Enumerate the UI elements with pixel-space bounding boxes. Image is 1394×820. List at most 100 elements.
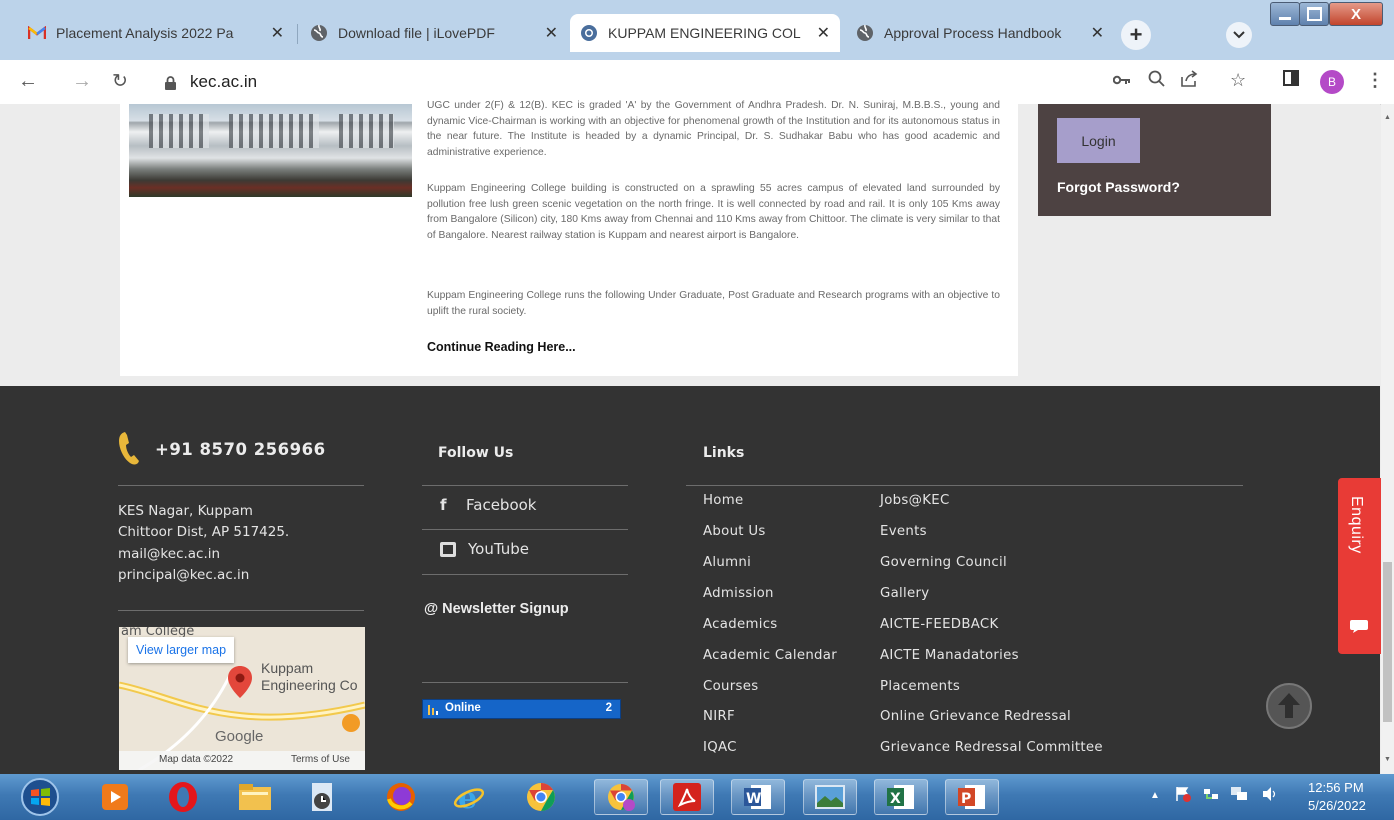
phone-number[interactable]: +91 8570 256966 <box>155 440 326 459</box>
close-tab-icon[interactable]: ✕ <box>545 23 558 43</box>
divider <box>422 529 628 530</box>
footer-link-admission[interactable]: Admission <box>703 586 774 601</box>
clock-date[interactable]: 5/26/2022 <box>1308 798 1366 813</box>
forgot-password-link[interactable]: Forgot Password? <box>1057 179 1180 195</box>
profile-avatar[interactable]: B <box>1320 70 1344 94</box>
scroll-up-arrow-icon[interactable]: ▲ <box>1384 114 1391 121</box>
photo-viewer-icon[interactable] <box>803 779 857 815</box>
continue-reading-link[interactable]: Continue Reading Here... <box>427 340 576 354</box>
tab-kuppam-engineering[interactable]: KUPPAM ENGINEERING COL ✕ <box>570 14 840 52</box>
more-options-icon[interactable]: ⋮ <box>1366 70 1384 91</box>
tab-search-chevron-icon[interactable] <box>1226 22 1252 48</box>
tab-title: Approval Process Handbook <box>884 25 1062 41</box>
tab-approval-handbook[interactable]: Approval Process Handbook ✕ <box>846 14 1114 52</box>
minimize-window-button[interactable] <box>1270 2 1300 26</box>
footer-link-about[interactable]: About Us <box>703 524 766 539</box>
network-icon[interactable] <box>1230 786 1248 805</box>
lock-icon[interactable] <box>165 76 176 95</box>
chat-bubble-icon <box>1349 618 1369 634</box>
login-panel: Login Forgot Password? <box>1038 104 1271 216</box>
divider <box>118 485 364 486</box>
about-paragraph: UGC under 2(F) & 12(B). KEC is graded 'A… <box>427 100 1000 158</box>
email-link[interactable]: mail@kec.ac.in <box>118 546 220 562</box>
footer-link-alumni[interactable]: Alumni <box>703 555 751 570</box>
tab-title: Placement Analysis 2022 Pa <box>56 25 234 41</box>
footer-link-iqac[interactable]: IQAC <box>703 740 737 755</box>
chrome-icon[interactable] <box>518 779 564 815</box>
back-arrow-icon[interactable]: ← <box>18 70 38 93</box>
forward-arrow-icon[interactable]: → <box>72 70 92 93</box>
clock-time[interactable]: 12:56 PM <box>1308 780 1364 795</box>
footer-link-courses[interactable]: Courses <box>703 679 758 694</box>
file-explorer-icon[interactable] <box>232 779 278 815</box>
footer-link-home[interactable]: Home <box>703 493 743 508</box>
side-panel-icon[interactable] <box>1283 70 1299 91</box>
bookmark-star-icon[interactable]: ☆ <box>1230 70 1246 91</box>
internet-explorer-icon[interactable]: e <box>446 779 492 815</box>
reload-icon[interactable]: ↻ <box>112 70 128 93</box>
page-scrollbar[interactable]: ▲ ▼ <box>1381 104 1394 774</box>
zoom-icon[interactable] <box>1148 70 1165 92</box>
youtube-link[interactable]: YouTube <box>440 540 529 558</box>
online-bars-icon <box>428 702 438 715</box>
footer-link-governing-council[interactable]: Governing Council <box>880 555 1007 570</box>
key-icon[interactable] <box>1112 70 1131 91</box>
footer-link-jobs[interactable]: Jobs@KEC <box>880 493 950 508</box>
tab-placement-analysis[interactable]: Placement Analysis 2022 Pa ✕ <box>18 14 294 52</box>
footer-link-grievance-committee[interactable]: Grievance Redressal Committee <box>880 740 1103 755</box>
network-devices-icon[interactable] <box>1203 786 1219 805</box>
footer-link-gallery[interactable]: Gallery <box>880 586 929 601</box>
media-app-icon[interactable] <box>92 779 138 815</box>
close-tab-icon[interactable]: ✕ <box>1091 23 1104 43</box>
new-tab-button[interactable]: + <box>1121 20 1151 50</box>
footer-link-aicte-mandatories[interactable]: AICTE Manadatories <box>880 648 1019 663</box>
map-terms-link[interactable]: Terms of Use <box>291 754 350 765</box>
minimize-icon <box>1279 16 1291 20</box>
start-button[interactable] <box>15 778 65 816</box>
maximize-window-button[interactable] <box>1299 2 1329 26</box>
youtube-icon <box>440 541 456 557</box>
google-logo: Google <box>215 728 264 745</box>
footer-link-aicte-feedback[interactable]: AICTE-FEEDBACK <box>880 617 999 632</box>
footer-link-nirf[interactable]: NIRF <box>703 709 735 724</box>
email-link[interactable]: principal@kec.ac.in <box>118 567 249 583</box>
footer-link-academics[interactable]: Academics <box>703 617 778 632</box>
share-icon[interactable] <box>1180 70 1198 92</box>
tab-title: Download file | iLovePDF <box>338 25 495 41</box>
windows-logo-icon <box>21 778 59 816</box>
close-window-button[interactable]: X <box>1329 2 1383 26</box>
chrome-profile-icon[interactable] <box>594 779 648 815</box>
newsletter-signup-link[interactable]: @ Newsletter Signup <box>424 601 569 617</box>
word-icon[interactable]: W <box>731 779 785 815</box>
follow-us-heading: Follow Us <box>438 445 514 461</box>
footer-link-placements[interactable]: Placements <box>880 679 960 694</box>
opera-icon[interactable] <box>160 779 206 815</box>
location-map[interactable]: am College View larger map Kuppam Engine… <box>119 627 365 770</box>
scroll-down-arrow-icon[interactable]: ▼ <box>1384 756 1391 763</box>
scrollbar-thumb[interactable] <box>1383 562 1392 722</box>
action-center-flag-icon[interactable] <box>1175 786 1191 805</box>
tab-ilovepdf[interactable]: Download file | iLovePDF ✕ <box>300 14 568 52</box>
excel-icon[interactable]: X <box>874 779 928 815</box>
login-button[interactable]: Login <box>1057 118 1140 163</box>
tray-expand-arrow-icon[interactable]: ▲ <box>1150 790 1160 801</box>
acrobat-icon[interactable] <box>660 779 714 815</box>
close-tab-icon[interactable]: ✕ <box>271 23 284 43</box>
map-pin-icon <box>228 666 252 698</box>
tab-title: KUPPAM ENGINEERING COL <box>608 25 801 41</box>
powerpoint-icon[interactable]: P <box>945 779 999 815</box>
facebook-label: Facebook <box>466 496 537 514</box>
scroll-to-top-icon[interactable] <box>1265 682 1313 730</box>
view-larger-map-link[interactable]: View larger map <box>128 637 234 663</box>
firefox-icon[interactable] <box>378 779 424 815</box>
svg-text:X: X <box>890 791 901 807</box>
close-tab-icon[interactable]: ✕ <box>817 23 830 43</box>
volume-icon[interactable] <box>1262 786 1278 805</box>
footer-link-events[interactable]: Events <box>880 524 927 539</box>
facebook-link[interactable]: f Facebook <box>440 496 536 514</box>
footer-link-academic-calendar[interactable]: Academic Calendar <box>703 648 837 663</box>
scheduler-icon[interactable] <box>300 779 346 815</box>
footer-link-online-grievance[interactable]: Online Grievance Redressal <box>880 709 1071 724</box>
enquiry-label[interactable]: Enquiry <box>1347 496 1365 554</box>
url-field[interactable]: kec.ac.in <box>190 72 257 92</box>
